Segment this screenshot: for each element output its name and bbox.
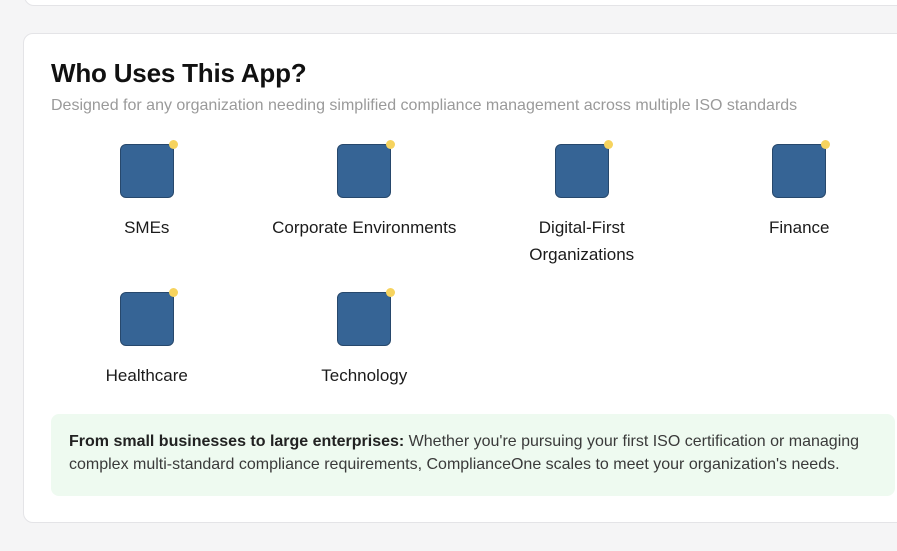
audience-item-finance: Finance (691, 140, 897, 292)
audience-tile-icon (337, 140, 396, 198)
audience-label: SMEs (124, 218, 170, 237)
section-subtitle: Designed for any organization needing si… (51, 97, 798, 114)
audience-item-corporate: Corporate Environments (256, 140, 474, 292)
audience-tile-icon (337, 288, 396, 346)
indicator-dot-icon (168, 288, 178, 297)
audience-grid: SMEs Corporate Environments Digital-Firs… (38, 140, 897, 440)
audience-tile-icon (119, 288, 178, 346)
audience-item-digital-first: Digital-First Organizations (473, 140, 691, 292)
audience-label: Healthcare (105, 366, 188, 385)
who-uses-section: Who Uses This App? Designed for any orga… (23, 33, 897, 523)
audience-label: Digital-First Organizations (529, 218, 635, 264)
previous-section-card (24, 0, 897, 6)
audience-label: Technology (321, 366, 408, 385)
audience-label: Finance (769, 218, 830, 237)
scale-note: From small businesses to large enterpris… (51, 414, 895, 496)
indicator-dot-icon (386, 140, 396, 149)
indicator-dot-icon (386, 288, 396, 297)
indicator-dot-icon (603, 140, 613, 149)
audience-tile-icon (119, 140, 178, 198)
audience-tile-icon (772, 140, 831, 198)
note-lead: From small businesses to large enterpris… (69, 433, 405, 450)
indicator-dot-icon (821, 140, 831, 149)
audience-tile-icon (554, 140, 613, 198)
indicator-dot-icon (168, 140, 178, 149)
section-title: Who Uses This App? (51, 58, 307, 88)
audience-item-smes: SMEs (38, 140, 256, 292)
audience-label: Corporate Environments (272, 218, 457, 237)
